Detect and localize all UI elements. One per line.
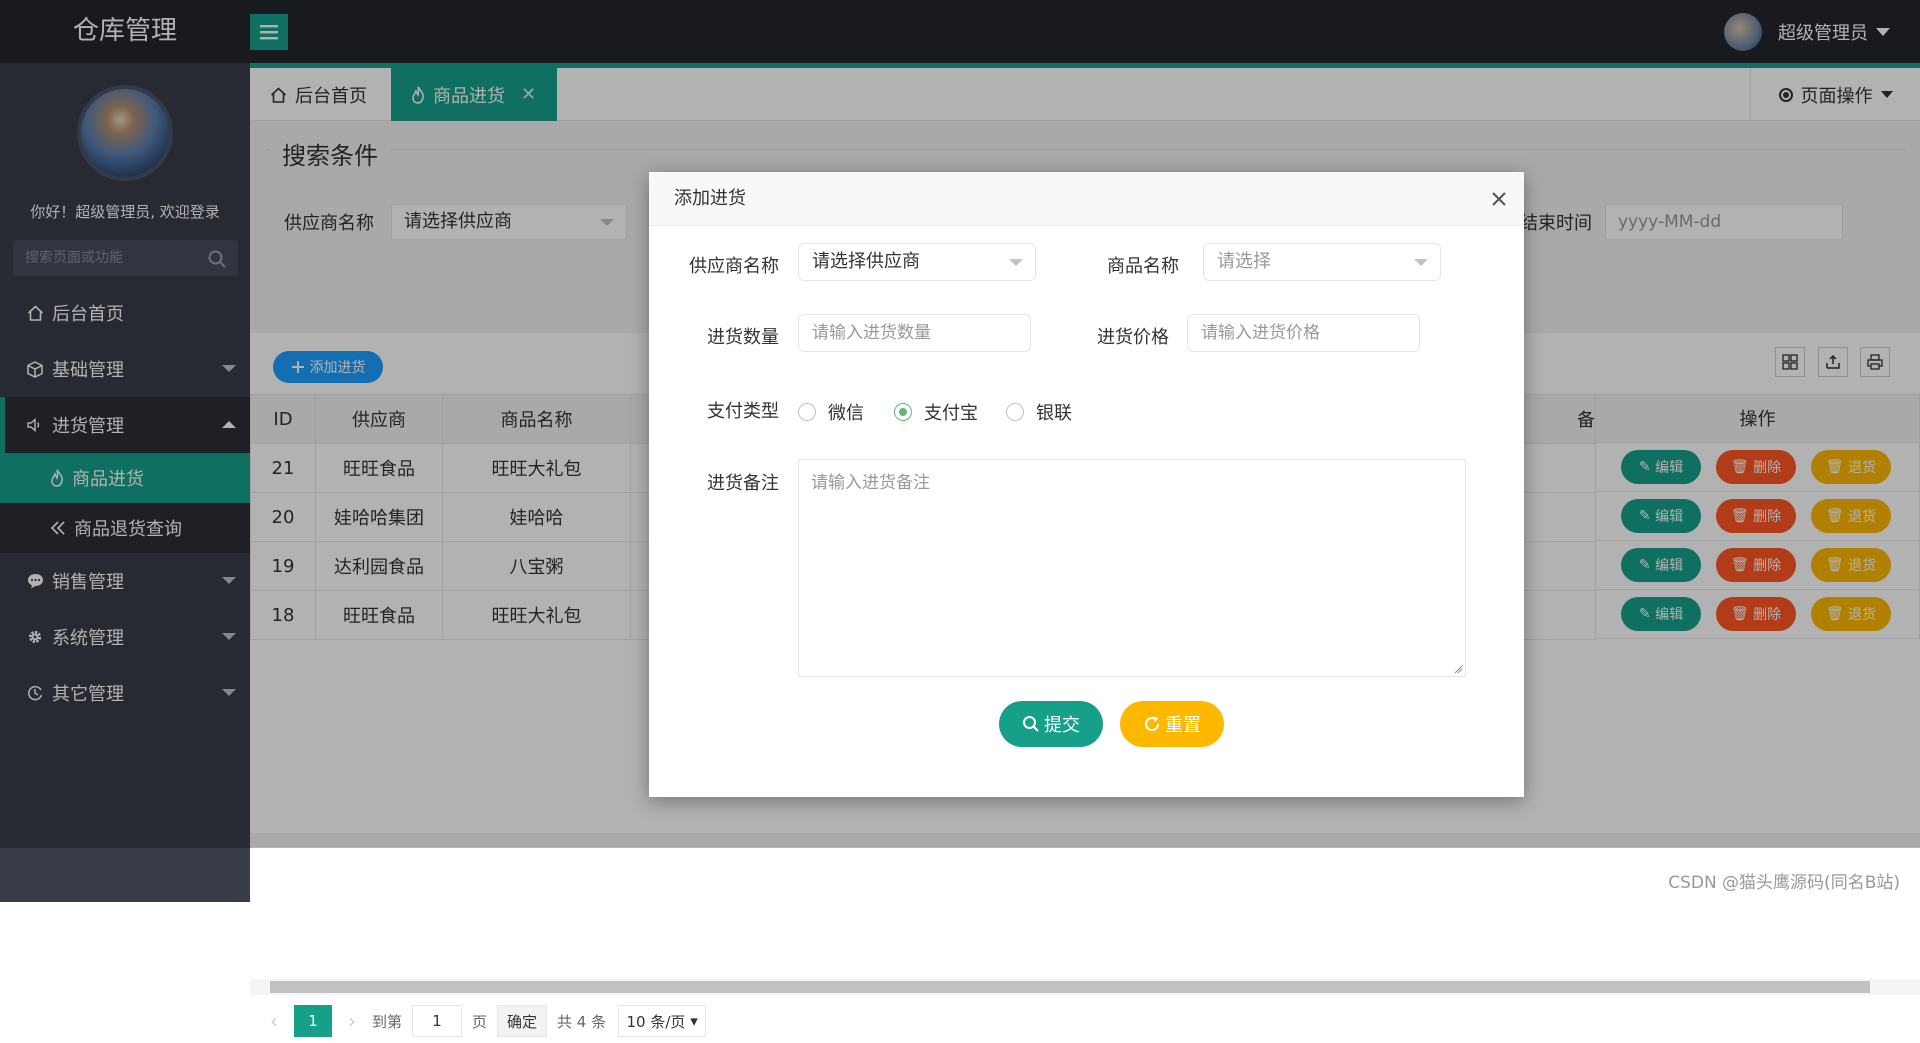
goods-placeholder: 请选择 [1217,251,1271,272]
supplier-select[interactable]: 请选择供应商 [798,243,1036,281]
supplier-label: 供应商名称 [689,256,779,277]
reset-button[interactable]: 重置 [1120,701,1224,747]
watermark-text: CSDN @猫头鹰源码(同名B站) [1668,873,1900,893]
submit-button[interactable]: 提交 [999,701,1103,747]
pay-option-wechat[interactable]: 微信 [798,399,864,425]
pagination: ‹ 1 › 到第 1 页 确定 共 4 条 10 条/页 ▾ [250,999,1920,1043]
goods-select[interactable]: 请选择 [1203,243,1441,281]
total-count: 共 4 条 [557,1012,607,1031]
pay-type-label: 支付类型 [707,401,779,422]
page-number-current[interactable]: 1 [294,1005,332,1037]
pay-option-unionpay[interactable]: 银联 [1006,399,1072,425]
radio-label: 支付宝 [924,403,978,424]
refresh-icon [1145,716,1160,732]
per-page-select[interactable]: 10 条/页 ▾ [618,1005,707,1037]
radio-icon [798,403,816,421]
goto-label: 到第 [372,1012,403,1031]
next-page-icon[interactable]: › [348,1009,356,1033]
dialog-title: 添加进货 [674,188,746,209]
remark-placeholder: 请输入进货备注 [811,473,930,493]
goto-page-input[interactable]: 1 [412,1005,463,1037]
per-page-value: 10 条/页 [626,1012,686,1031]
add-purchase-dialog: 添加进货 供应商名称 请选择供应商 商品名称 请选择 进货数量 请输入进货数量 … [649,172,1524,797]
price-label: 进货价格 [1097,327,1169,348]
radio-label: 银联 [1036,403,1072,424]
scrollbar-thumb[interactable] [270,981,1870,993]
page-unit-label: 页 [472,1012,488,1031]
search-icon [1023,716,1039,732]
resize-grip-icon[interactable] [1453,664,1463,674]
quantity-label: 进货数量 [707,327,779,348]
radio-label: 微信 [828,403,864,424]
remark-label: 进货备注 [707,473,779,494]
pay-option-alipay[interactable]: 支付宝 [894,399,978,425]
chevron-down-icon [1414,259,1428,266]
chevron-down-icon: ▾ [690,1012,698,1030]
quantity-input[interactable]: 请输入进货数量 [798,314,1031,352]
radio-checked-icon [894,403,912,421]
price-input[interactable]: 请输入进货价格 [1187,314,1420,352]
goto-confirm-button[interactable]: 确定 [497,1005,548,1037]
supplier-value: 请选择供应商 [812,251,920,272]
radio-icon [1006,403,1024,421]
horizontal-scrollbar[interactable] [250,979,1920,995]
goods-label: 商品名称 [1107,256,1179,277]
chevron-down-icon [1009,259,1023,266]
close-icon[interactable] [1488,188,1510,210]
reset-label: 重置 [1165,715,1201,736]
submit-label: 提交 [1044,715,1080,736]
remark-textarea[interactable]: 请输入进货备注 [798,459,1466,677]
prev-page-icon[interactable]: ‹ [270,1009,278,1033]
dialog-header: 添加进货 [649,172,1524,226]
